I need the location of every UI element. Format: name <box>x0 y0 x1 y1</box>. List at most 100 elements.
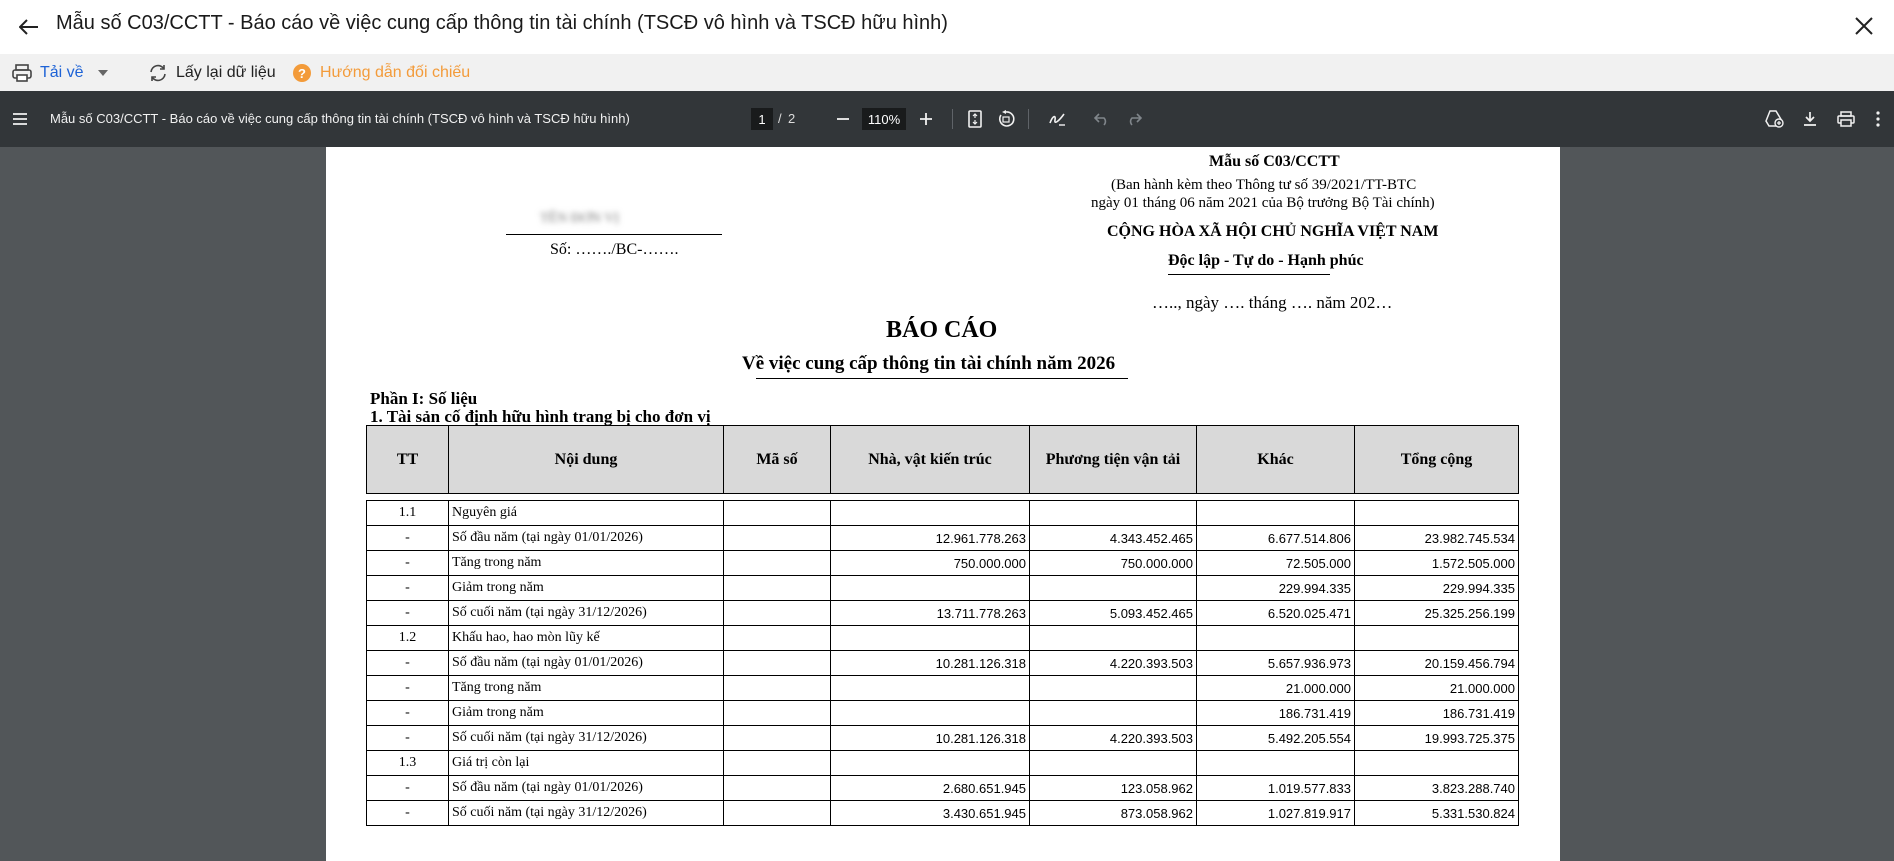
col-header-total: Tổng cộng <box>1354 425 1519 494</box>
printer-icon <box>12 63 32 82</box>
fit-page-icon[interactable] <box>961 105 989 133</box>
annotate-pen-icon[interactable] <box>1043 105 1071 133</box>
table-row: - Số cuối năm (tại ngày 31/12/2026) 3.430.… <box>366 800 1519 826</box>
cell-tt: - <box>366 650 449 676</box>
pdf-viewer: Mẫu số C03/CCTT - Báo cáo về việc cung c… <box>0 91 1894 861</box>
cell-buildings <box>830 625 1030 651</box>
page-number-input[interactable]: 1 <box>751 108 773 130</box>
cell-content: Giá trị còn lại <box>448 750 724 776</box>
reload-data-button[interactable]: Lấy lại dữ liệu <box>148 54 276 91</box>
cell-total: 229.994.335 <box>1354 575 1519 601</box>
cell-content: Nguyên giá <box>448 500 724 526</box>
pdf-toolbar: Mẫu số C03/CCTT - Báo cáo về việc cung c… <box>0 91 1894 147</box>
pdf-page: Mẫu số C03/CCTT (Ban hành kèm theo Thông… <box>326 147 1560 861</box>
guide-button[interactable]: ? Hướng dẫn đối chiếu <box>292 54 470 91</box>
cell-buildings <box>830 575 1030 601</box>
table-row: - Tăng trong năm 750.000.000 750.000.000 72.… <box>366 550 1519 576</box>
table-header-row: TT Nội dung Mã số Nhà, vật kiến trúc Phư… <box>366 425 1519 494</box>
download-button[interactable]: Tải về <box>12 54 108 91</box>
rotate-icon[interactable] <box>992 105 1020 133</box>
report-title: BÁO CÁO <box>886 317 998 343</box>
cell-other: 6.520.025.471 <box>1196 600 1355 626</box>
subtitle-underline <box>756 378 1128 379</box>
reload-label: Lấy lại dữ liệu <box>176 63 276 81</box>
col-header-content: Nội dung <box>448 425 724 494</box>
cell-content: Số cuối năm (tại ngày 31/12/2026) <box>448 600 724 626</box>
cell-other: 1.027.819.917 <box>1196 800 1355 826</box>
download-label: Tải về <box>40 63 84 81</box>
page-separator: / <box>778 111 782 126</box>
section-heading: 1. Tài sản cố định hữu hình trang bị cho… <box>370 407 711 426</box>
cell-vehicles <box>1029 500 1197 526</box>
cell-other: 186.731.419 <box>1196 700 1355 726</box>
cell-other: 72.505.000 <box>1196 550 1355 576</box>
cell-total: 25.325.256.199 <box>1354 600 1519 626</box>
cell-vehicles <box>1029 700 1197 726</box>
cell-code <box>723 700 831 726</box>
cell-tt: - <box>366 550 449 576</box>
download-icon[interactable] <box>1796 105 1824 133</box>
cell-vehicles: 873.058.962 <box>1029 800 1197 826</box>
cell-vehicles: 750.000.000 <box>1029 550 1197 576</box>
window-title: Mẫu số C03/CCTT - Báo cáo về việc cung c… <box>56 12 948 34</box>
cell-vehicles <box>1029 675 1197 701</box>
cell-tt: - <box>366 775 449 801</box>
table-row: - Số đầu năm (tại ngày 01/01/2026) 10.281.… <box>366 650 1519 676</box>
cell-content: Giảm trong năm <box>448 575 724 601</box>
table-row: 1.3 Giá trị còn lại <box>366 750 1519 776</box>
cell-buildings <box>830 750 1030 776</box>
back-arrow-icon[interactable] <box>14 12 44 42</box>
report-subtitle: Về việc cung cấp thông tin tài chính năm… <box>742 353 1116 374</box>
zoom-out-icon[interactable] <box>829 105 857 133</box>
cell-tt: - <box>366 725 449 751</box>
cell-vehicles <box>1029 625 1197 651</box>
unit-underline <box>506 234 722 235</box>
cell-other: 5.657.936.973 <box>1196 650 1355 676</box>
cell-code <box>723 750 831 776</box>
print-icon[interactable] <box>1832 105 1860 133</box>
cell-other <box>1196 750 1355 776</box>
cell-code <box>723 600 831 626</box>
help-icon: ? <box>293 63 311 82</box>
guide-label: Hướng dẫn đối chiếu <box>320 63 471 81</box>
table-row: 1.1 Nguyên giá <box>366 500 1519 526</box>
cell-other: 1.019.577.833 <box>1196 775 1355 801</box>
cell-buildings: 13.711.778.263 <box>830 600 1030 626</box>
cell-tt: - <box>366 700 449 726</box>
cell-content: Tăng trong năm <box>448 550 724 576</box>
nation-heading: CỘNG HÒA XÃ HỘI CHỦ NGHĨA VIỆT NAM <box>1107 223 1439 240</box>
cell-code <box>723 775 831 801</box>
cell-content: Số đầu năm (tại ngày 01/01/2026) <box>448 650 724 676</box>
more-vertical-icon[interactable] <box>1868 105 1888 133</box>
cell-content: Số đầu năm (tại ngày 01/01/2026) <box>448 775 724 801</box>
menu-icon[interactable] <box>6 105 34 133</box>
close-icon[interactable] <box>1848 10 1880 42</box>
cell-total: 20.159.456.794 <box>1354 650 1519 676</box>
table-body: 1.1 Nguyên giá - Số đầu năm (tại ngày 01/01… <box>366 493 1519 826</box>
cell-code <box>723 675 831 701</box>
part-heading: Phần I: Số liệu <box>370 389 478 408</box>
title-bar: Mẫu số C03/CCTT - Báo cáo về việc cung c… <box>0 0 1894 54</box>
col-header-other: Khác <box>1196 425 1355 494</box>
cell-tt: 1.1 <box>366 500 449 526</box>
issued-note-line2: ngày 01 tháng 06 năm 2021 của Bộ trưởng … <box>1091 195 1435 211</box>
table-spacer-row <box>366 493 1519 501</box>
chevron-down-icon[interactable] <box>97 69 108 76</box>
cell-other <box>1196 500 1355 526</box>
zoom-in-icon[interactable] <box>912 105 940 133</box>
cell-buildings <box>830 675 1030 701</box>
cell-total: 186.731.419 <box>1354 700 1519 726</box>
table-row: - Số đầu năm (tại ngày 01/01/2026) 12.961.… <box>366 525 1519 551</box>
cell-buildings <box>830 700 1030 726</box>
save-to-drive-icon[interactable] <box>1760 105 1788 133</box>
cell-content: Khấu hao, hao mòn lũy kế <box>448 625 724 651</box>
cell-buildings: 10.281.126.318 <box>830 725 1030 751</box>
cell-code <box>723 625 831 651</box>
col-header-vehicles: Phương tiện vận tải <box>1029 425 1197 494</box>
col-header-buildings: Nhà, vật kiến trúc <box>830 425 1030 494</box>
cell-buildings <box>830 500 1030 526</box>
cell-vehicles: 4.343.452.465 <box>1029 525 1197 551</box>
page-total: 2 <box>788 111 796 126</box>
cell-tt: - <box>366 575 449 601</box>
zoom-input[interactable]: 110% <box>862 108 906 130</box>
